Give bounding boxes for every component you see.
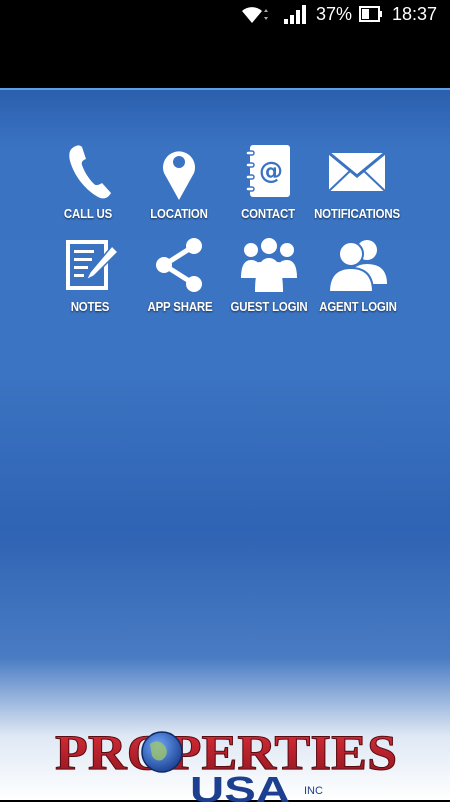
wifi-icon bbox=[242, 7, 268, 24]
notepad-icon bbox=[66, 240, 120, 290]
logo-text-usa: USA bbox=[190, 769, 290, 802]
notifications-tile[interactable]: NOTIFICATIONS bbox=[307, 143, 407, 233]
call-us-label: CALL US bbox=[63, 206, 113, 221]
notifications-label: NOTIFICATIONS bbox=[314, 206, 400, 221]
phone-icon bbox=[69, 145, 111, 199]
guest-login-label: GUEST LOGIN bbox=[230, 299, 308, 314]
location-label: LOCATION bbox=[150, 206, 208, 221]
app-header-bar bbox=[0, 28, 450, 88]
location-tile[interactable]: LOCATION bbox=[129, 143, 229, 233]
call-us-tile[interactable]: CALL US bbox=[38, 143, 138, 233]
status-bar: 37% 18:37 bbox=[0, 0, 450, 28]
agent-login-tile[interactable]: AGENT LOGIN bbox=[308, 236, 408, 326]
notes-tile[interactable]: NOTES bbox=[40, 236, 140, 326]
contact-label: CONTACT bbox=[241, 206, 295, 221]
battery-icon bbox=[359, 6, 382, 22]
envelope-icon bbox=[328, 151, 386, 192]
app-share-tile[interactable]: APP SHARE bbox=[130, 236, 230, 326]
share-icon bbox=[156, 238, 202, 292]
svg-text:@: @ bbox=[259, 157, 283, 185]
group-icon bbox=[241, 238, 297, 292]
map-pin-icon bbox=[163, 151, 195, 200]
contact-tile[interactable]: @ CONTACT bbox=[218, 143, 318, 233]
clock: 18:37 bbox=[392, 4, 438, 24]
signal-icon bbox=[284, 5, 306, 24]
notes-label: NOTES bbox=[70, 299, 110, 314]
battery-percent: 37% bbox=[316, 4, 353, 24]
guest-login-tile[interactable]: GUEST LOGIN bbox=[219, 236, 319, 326]
users-icon bbox=[327, 240, 387, 293]
app-share-label: APP SHARE bbox=[147, 299, 213, 314]
agent-login-label: AGENT LOGIN bbox=[319, 299, 397, 314]
properties-usa-logo: PROPERTIES USA INC bbox=[0, 722, 450, 802]
home-screen: CALL US LOCATION @ CONTACT NOTIFICATIONS bbox=[0, 88, 450, 802]
address-book-icon: @ bbox=[245, 145, 290, 197]
logo-text-inc: INC bbox=[304, 785, 323, 797]
